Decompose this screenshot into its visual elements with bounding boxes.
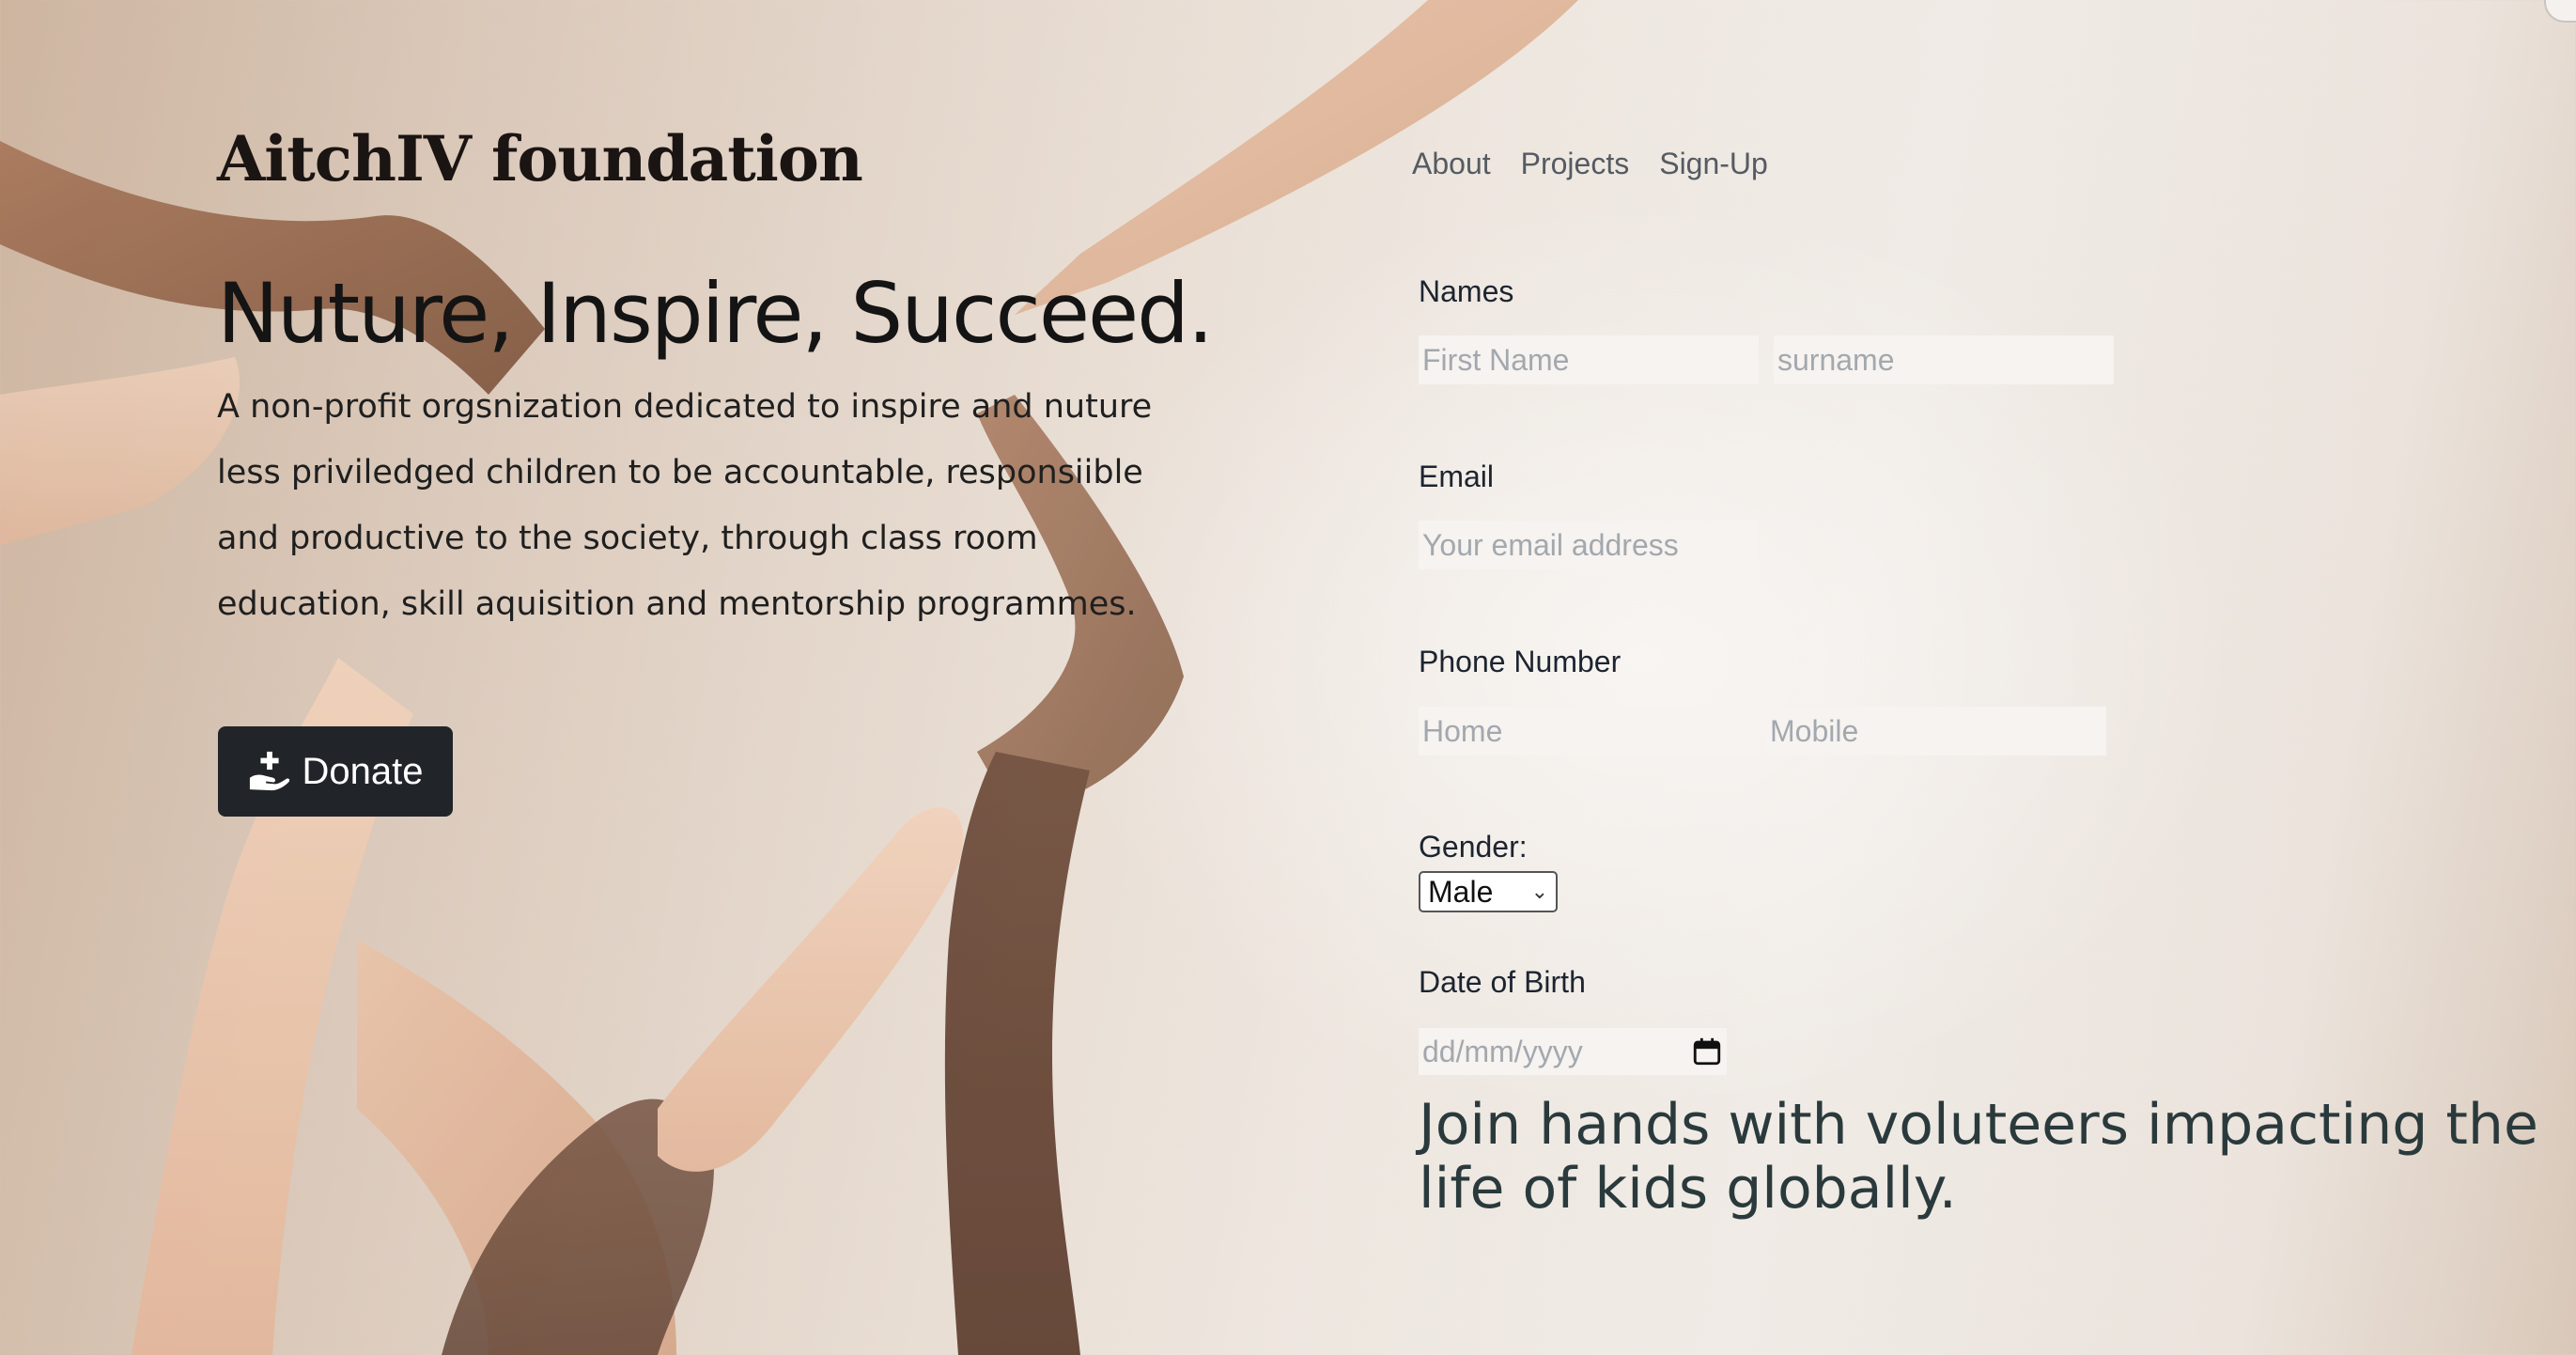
donate-button[interactable]: Donate [218,726,453,817]
gender-selected-value: Male [1428,874,1494,909]
corner-tab [2544,0,2576,23]
home-phone-input[interactable] [1419,707,1759,755]
nav-link-projects[interactable]: Projects [1521,147,1630,181]
date-of-birth-input[interactable]: dd/mm/yyyy [1419,1028,1727,1075]
phone-label: Phone Number [1419,645,1622,678]
nav-link-sign-up[interactable]: Sign-Up [1659,147,1768,181]
dob-label: Date of Birth [1419,965,1586,999]
chevron-down-icon: ⌄ [1530,880,1548,903]
surname-input[interactable] [1774,335,2114,384]
hero-headline: Nuture, Inspire, Succeed. [217,265,1214,362]
tagline: Join hands with voluteers impacting the … [1419,1092,2538,1222]
hero-intro: A non-profit orgsnization dedicated to i… [217,388,1153,623]
names-label: Names [1419,274,1514,308]
brand-logo: AitchIV foundation [217,122,863,195]
email-input[interactable] [1419,521,1759,569]
main-nav: About Projects Sign-Up [1412,147,1768,181]
calendar-icon[interactable] [1691,1036,1723,1067]
donate-label: Donate [302,750,424,792]
dob-placeholder: dd/mm/yyyy [1422,1034,1583,1068]
first-name-input[interactable] [1419,335,1759,384]
mobile-phone-input[interactable] [1766,707,2106,755]
hand-holding-plus-icon [249,751,289,791]
gender-label: Gender: [1419,830,1528,864]
gender-select[interactable]: Male ⌄ [1419,871,1558,912]
email-label: Email [1419,459,1495,493]
nav-link-about[interactable]: About [1412,147,1491,181]
